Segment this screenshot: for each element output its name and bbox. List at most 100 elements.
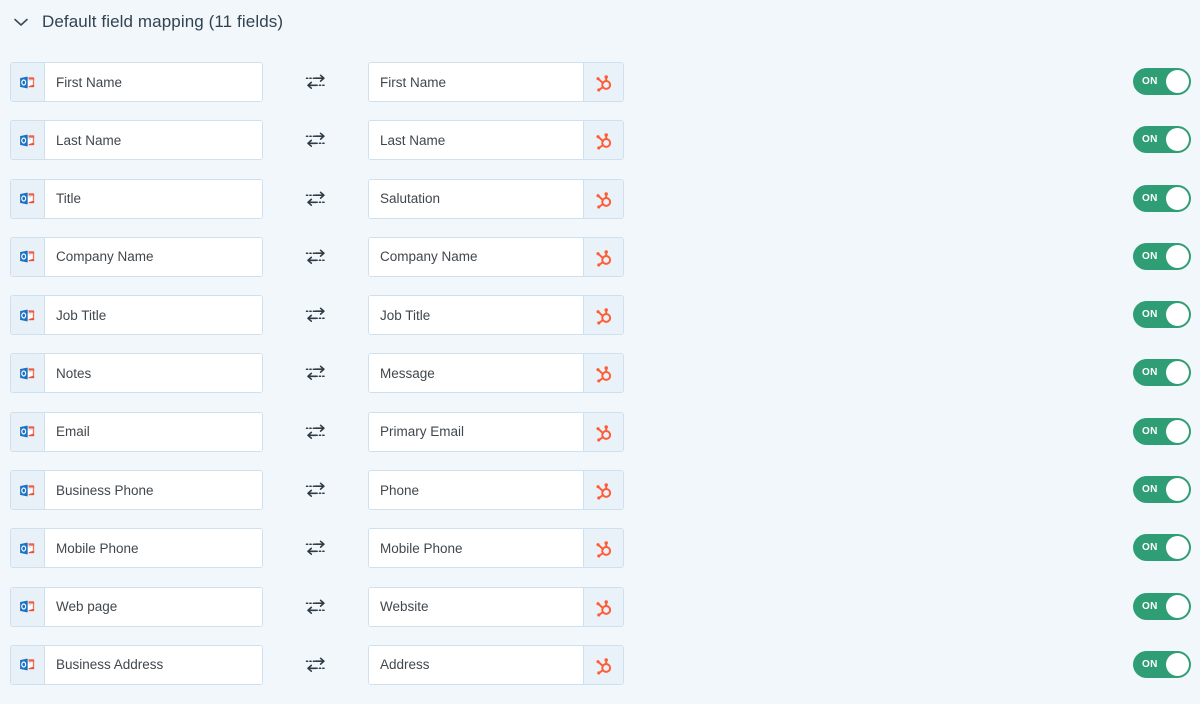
target-field[interactable]: Salutation <box>368 178 624 219</box>
field-mapping-row: Business Address Address ON <box>0 639 1200 697</box>
target-field[interactable]: Primary Email <box>368 411 624 452</box>
target-field-value: Company Name <box>369 237 583 276</box>
source-field[interactable]: Company Name <box>10 236 263 277</box>
outlook-icon <box>11 471 45 510</box>
section-header[interactable]: Default field mapping (11 fields) <box>0 0 1200 44</box>
mapping-enabled-toggle[interactable]: ON <box>1133 301 1191 329</box>
field-mapping-row: Business Phone Phone ON <box>0 464 1200 522</box>
toggle-label: ON <box>1142 484 1158 496</box>
target-field[interactable]: Job Title <box>368 295 624 336</box>
target-field-value: Primary Email <box>369 412 583 451</box>
mapping-enabled-toggle[interactable]: ON <box>1133 592 1191 620</box>
outlook-icon <box>11 179 45 218</box>
bidirectional-sync-arrow-icon <box>302 361 330 385</box>
source-field[interactable]: Business Address <box>10 644 263 685</box>
field-mapping-row: Mobile Phone Mobile Phone ON <box>0 522 1200 580</box>
target-field-value: First Name <box>369 63 583 101</box>
mapping-enabled-toggle[interactable]: ON <box>1133 184 1191 212</box>
target-field-value: Job Title <box>369 296 583 335</box>
toggle-knob[interactable] <box>1166 594 1189 618</box>
target-field[interactable]: Phone <box>368 470 624 511</box>
source-field[interactable]: Mobile Phone <box>10 528 263 569</box>
outlook-icon <box>11 121 45 160</box>
field-mapping-row: Web page Website ON <box>0 581 1200 639</box>
outlook-icon <box>11 645 45 684</box>
toggle-knob[interactable] <box>1166 186 1189 210</box>
source-field[interactable]: First Name <box>10 62 263 102</box>
hubspot-icon <box>583 237 623 276</box>
source-field[interactable]: Title <box>10 178 263 219</box>
mapping-enabled-toggle[interactable]: ON <box>1133 417 1191 445</box>
target-field-value: Phone <box>369 471 583 510</box>
toggle-knob[interactable] <box>1166 244 1189 268</box>
toggle-label: ON <box>1142 425 1158 437</box>
toggle-knob[interactable] <box>1166 478 1189 502</box>
source-field-value: Last Name <box>45 121 262 160</box>
source-field[interactable]: Notes <box>10 353 263 394</box>
toggle-label: ON <box>1142 309 1158 321</box>
field-mapping-row: Job Title Job Title ON <box>0 289 1200 347</box>
toggle-knob[interactable] <box>1166 70 1189 93</box>
mapping-enabled-toggle[interactable]: ON <box>1133 359 1191 387</box>
bidirectional-sync-arrow-icon <box>302 303 330 327</box>
source-field[interactable]: Last Name <box>10 120 263 161</box>
hubspot-icon <box>583 587 623 626</box>
source-field-value: Company Name <box>45 237 262 276</box>
source-field-value: Mobile Phone <box>45 529 262 568</box>
field-mapping-page: Default field mapping (11 fields) First … <box>0 0 1200 704</box>
outlook-icon <box>11 237 45 276</box>
bidirectional-sync-arrow-icon <box>302 420 330 444</box>
mapping-enabled-toggle[interactable]: ON <box>1133 534 1191 562</box>
source-field-value: Email <box>45 412 262 451</box>
toggle-knob[interactable] <box>1166 652 1189 676</box>
bidirectional-sync-arrow-icon <box>302 245 330 269</box>
mapping-enabled-toggle[interactable]: ON <box>1133 476 1191 504</box>
page-title: Default field mapping (11 fields) <box>42 12 284 31</box>
mapping-enabled-toggle[interactable]: ON <box>1133 242 1191 270</box>
toggle-knob[interactable] <box>1166 361 1189 385</box>
target-field[interactable]: Website <box>368 586 624 627</box>
toggle-label: ON <box>1142 192 1158 204</box>
mapping-enabled-toggle[interactable]: ON <box>1133 68 1191 95</box>
source-field-value: Business Phone <box>45 471 262 510</box>
bidirectional-sync-arrow-icon <box>302 478 330 502</box>
mapping-enabled-toggle[interactable]: ON <box>1133 126 1191 154</box>
outlook-icon <box>11 354 45 393</box>
target-field[interactable]: Address <box>368 644 624 685</box>
source-field[interactable]: Business Phone <box>10 470 263 511</box>
hubspot-icon <box>583 412 623 451</box>
toggle-label: ON <box>1142 76 1158 87</box>
target-field-value: Salutation <box>369 179 583 218</box>
field-mapping-row: Company Name Company Name ON <box>0 231 1200 289</box>
toggle-knob[interactable] <box>1166 419 1189 443</box>
target-field[interactable]: Company Name <box>368 236 624 277</box>
source-field[interactable]: Email <box>10 411 263 452</box>
source-field-value: Business Address <box>45 645 262 684</box>
bidirectional-sync-arrow-icon <box>302 187 330 211</box>
field-mapping-row: Title Salutation ON <box>0 173 1200 231</box>
target-field[interactable]: First Name <box>368 62 624 102</box>
toggle-label: ON <box>1142 600 1158 612</box>
hubspot-icon <box>583 63 623 101</box>
toggle-knob[interactable] <box>1166 303 1189 327</box>
target-field-value: Message <box>369 354 583 393</box>
toggle-knob[interactable] <box>1166 128 1189 152</box>
chevron-down-icon[interactable] <box>10 11 32 33</box>
outlook-icon <box>11 587 45 626</box>
field-mapping-row: First Name First Name ON <box>0 56 1200 114</box>
toggle-label: ON <box>1142 250 1158 262</box>
mapping-enabled-toggle[interactable]: ON <box>1133 650 1191 678</box>
target-field-value: Last Name <box>369 121 583 160</box>
hubspot-icon <box>583 179 623 218</box>
target-field-value: Mobile Phone <box>369 529 583 568</box>
source-field-value: Notes <box>45 354 262 393</box>
outlook-icon <box>11 412 45 451</box>
target-field[interactable]: Mobile Phone <box>368 528 624 569</box>
target-field[interactable]: Last Name <box>368 120 624 161</box>
source-field[interactable]: Job Title <box>10 295 263 336</box>
toggle-knob[interactable] <box>1166 536 1189 560</box>
source-field[interactable]: Web page <box>10 586 263 627</box>
target-field[interactable]: Message <box>368 353 624 394</box>
source-field-value: Title <box>45 179 262 218</box>
hubspot-icon <box>583 296 623 335</box>
